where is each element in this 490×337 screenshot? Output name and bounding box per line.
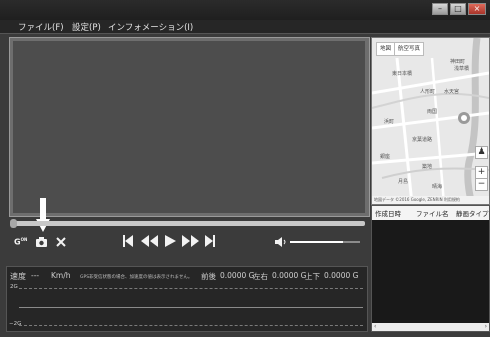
- map-label: 浜町: [384, 119, 395, 125]
- map-label: 両国: [427, 109, 438, 115]
- map-label: 京葉道路: [412, 137, 433, 143]
- map-label: 水天宮: [444, 89, 460, 95]
- menu-settings[interactable]: 設定(P): [72, 21, 101, 33]
- up-down-label: 上下: [305, 272, 320, 281]
- close-button[interactable]: ×: [468, 3, 486, 15]
- speed-label: 速度: [10, 272, 26, 281]
- up-down-value: 0.0000 G: [324, 271, 359, 280]
- speed-value: ---: [31, 271, 40, 280]
- file-list-scrollbar[interactable]: ‹ ›: [372, 323, 489, 331]
- window-controls: – □ ×: [432, 3, 486, 15]
- map-zoom-out-button[interactable]: −: [475, 178, 488, 191]
- map-tab-aerial[interactable]: 航空写真: [394, 42, 425, 56]
- street-view-pegman-icon[interactable]: ♟: [475, 146, 488, 159]
- menu-information[interactable]: インフォメーション(I): [108, 21, 193, 33]
- menu-file[interactable]: ファイル(F): [18, 21, 64, 33]
- scroll-left-icon[interactable]: ‹: [374, 323, 376, 330]
- grid-line-bottom: [19, 325, 363, 326]
- scroll-right-icon[interactable]: ›: [485, 323, 487, 330]
- video-display[interactable]: [13, 41, 365, 213]
- map-label: 浅草橋: [454, 66, 470, 72]
- axis-bottom-label: −2G: [9, 321, 22, 327]
- grid-line-zero: [19, 307, 363, 308]
- play-icon[interactable]: [165, 235, 176, 247]
- maximize-button[interactable]: □: [450, 3, 466, 15]
- column-header-type[interactable]: 静画タイプ: [456, 208, 489, 218]
- front-back-value: 0.0000 G: [220, 271, 255, 280]
- seek-handle[interactable]: [10, 219, 17, 228]
- volume-level: [290, 241, 343, 243]
- left-right-value: 0.0000 G: [272, 271, 307, 280]
- delete-icon[interactable]: [56, 237, 66, 247]
- map-label: 人形町: [420, 89, 436, 95]
- volume-slider[interactable]: [290, 241, 360, 243]
- skip-previous-icon[interactable]: [123, 235, 133, 247]
- minimize-button[interactable]: –: [432, 3, 448, 15]
- file-list-header: 作成日時 ファイル名 静画タイプ: [372, 206, 489, 220]
- fast-forward-icon[interactable]: [182, 235, 199, 247]
- camera-icon[interactable]: [36, 237, 47, 247]
- app-window: – □ × ファイル(F) 設定(P) インフォメーション(I) GON 速度 …: [0, 0, 490, 337]
- front-back-label: 前後: [201, 272, 216, 281]
- column-header-created[interactable]: 作成日時: [375, 208, 401, 218]
- map-label: 晴海: [432, 184, 443, 190]
- speed-unit: Km/h: [51, 271, 71, 280]
- volume-icon[interactable]: [275, 237, 287, 247]
- gsensor-toggle[interactable]: GON: [14, 237, 27, 247]
- title-bar: – □ ×: [0, 0, 490, 20]
- menu-bar: ファイル(F) 設定(P) インフォメーション(I): [0, 20, 490, 34]
- map-attribution[interactable]: 地図データ ©2016 Google, ZENRIN 利用規約: [374, 197, 460, 203]
- map-panel[interactable]: 地図 航空写真 神田町 浅草橋 東日本橋 人形町 水天宮 浜町 両国 京葉道路 …: [371, 37, 490, 205]
- map-label: 神田町: [450, 59, 466, 65]
- gsensor-label: G: [14, 237, 21, 247]
- gsensor-superscript: ON: [20, 237, 28, 242]
- file-list[interactable]: 作成日時 ファイル名 静画タイプ ‹ ›: [371, 205, 490, 332]
- map-tab-map[interactable]: 地図: [376, 42, 396, 56]
- seek-bar[interactable]: [10, 219, 365, 228]
- column-header-filename[interactable]: ファイル名: [416, 208, 449, 218]
- sensor-data-panel: 速度 --- Km/h GPS非受信状態の場合、加速度の値は表示されません。 前…: [6, 266, 368, 332]
- left-right-label: 左右: [253, 272, 268, 281]
- map-label: 銀座: [380, 154, 391, 160]
- map-label: 月島: [398, 179, 409, 185]
- gps-notice: GPS非受信状態の場合、加速度の値は表示されません。: [80, 275, 193, 280]
- annotation-arrow-icon: [36, 198, 50, 232]
- rewind-icon[interactable]: [141, 235, 158, 247]
- grid-line-top: [19, 288, 363, 289]
- map-label: 東日本橋: [392, 71, 413, 77]
- map-footer: 地図データ ©2016 Google, ZENRIN 利用規約: [372, 196, 489, 204]
- skip-next-icon[interactable]: [205, 235, 215, 247]
- axis-top-label: 2G: [10, 284, 18, 290]
- map-label: 築地: [422, 164, 433, 170]
